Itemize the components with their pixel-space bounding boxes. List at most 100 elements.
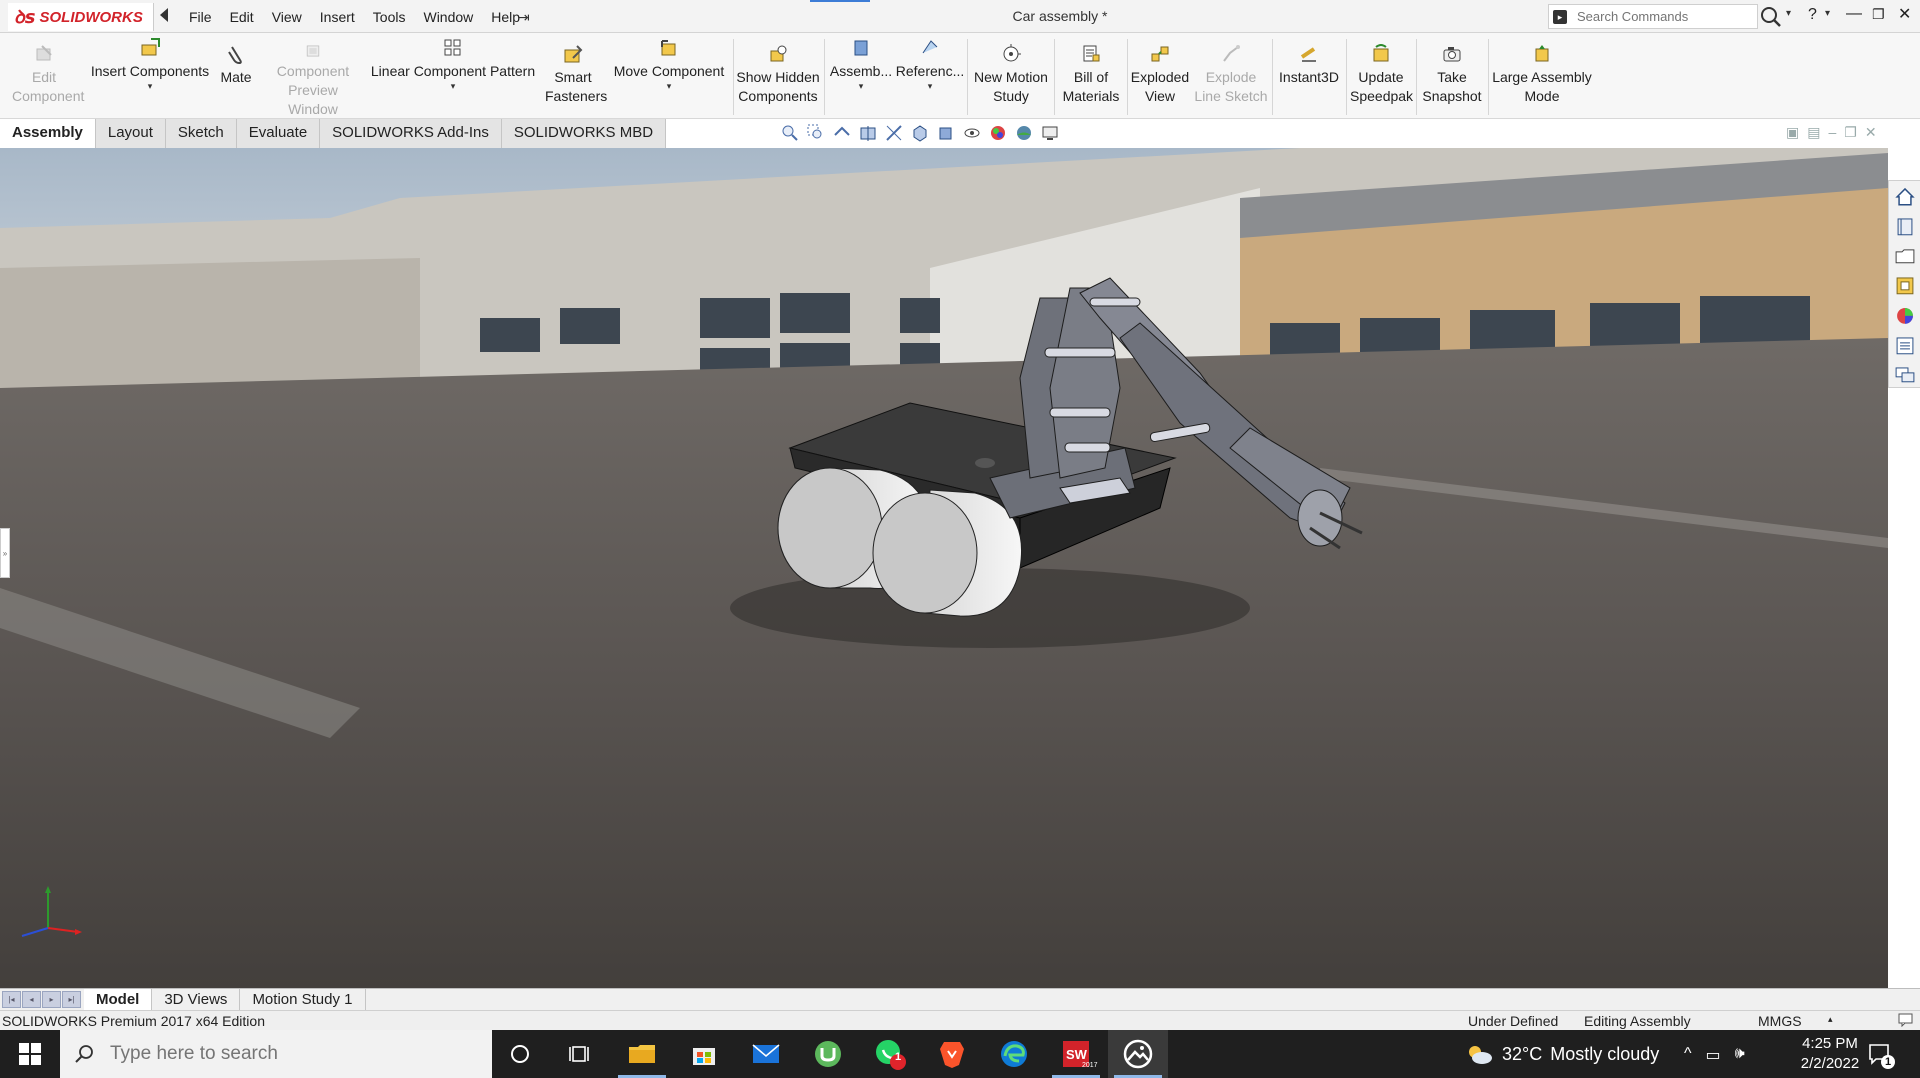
next-tab-arrow-icon[interactable]: ▸ xyxy=(42,991,61,1008)
units-selector[interactable]: MMGS xyxy=(1758,1013,1802,1029)
utorrent-button[interactable] xyxy=(798,1030,858,1078)
component-preview-window-button[interactable]: Component Preview Window xyxy=(260,33,366,119)
mail-button[interactable] xyxy=(736,1030,796,1078)
tab-layout[interactable]: Layout xyxy=(95,119,166,148)
units-dropdown-icon[interactable]: ▴ xyxy=(1828,1014,1833,1025)
apply-scene-icon[interactable] xyxy=(1014,123,1034,143)
start-button[interactable] xyxy=(0,1030,60,1078)
file-explorer-button[interactable] xyxy=(612,1030,672,1078)
smart-fasteners-button[interactable]: Smart Fasteners xyxy=(542,33,607,119)
tab-3d-views[interactable]: 3D Views xyxy=(152,989,241,1011)
custom-properties-icon[interactable] xyxy=(1893,334,1917,358)
close-icon[interactable]: ✕ xyxy=(1898,4,1911,24)
graphics-area[interactable] xyxy=(0,148,1888,988)
search-commands-input[interactable] xyxy=(1571,9,1741,24)
search-mode-icon[interactable]: ▸ xyxy=(1549,5,1571,28)
menu-edit[interactable]: Edit xyxy=(221,9,263,25)
zoom-to-fit-icon[interactable] xyxy=(780,123,800,143)
rebuild-message-icon[interactable] xyxy=(1898,1013,1914,1027)
update-speedpak-button[interactable]: Update Speedpak xyxy=(1348,33,1414,119)
search-commands-box[interactable]: ▸ xyxy=(1548,4,1758,29)
solidworks-2017-button[interactable]: SW 2017 xyxy=(1046,1030,1106,1078)
prev-tab-arrow-icon[interactable]: ◂ xyxy=(22,991,41,1008)
dynamic-annotation-icon[interactable] xyxy=(884,123,904,143)
help-dropdown-icon[interactable]: ▾ xyxy=(1825,8,1830,19)
file-explorer-folder-icon[interactable] xyxy=(1893,244,1917,268)
help-icon[interactable]: ? xyxy=(1808,6,1817,24)
taskbar-search-input[interactable] xyxy=(110,1043,470,1065)
previous-view-icon[interactable] xyxy=(832,123,852,143)
take-snapshot-button[interactable]: Take Snapshot xyxy=(1418,33,1486,119)
edit-component-button[interactable]: Edit Component xyxy=(4,33,84,119)
new-motion-study-button[interactable]: New Motion Study xyxy=(970,33,1052,119)
viewport-minimize-icon[interactable]: – xyxy=(1828,124,1836,141)
hide-show-items-icon[interactable] xyxy=(962,123,982,143)
explode-line-sketch-button[interactable]: Explode Line Sketch xyxy=(1192,33,1270,119)
cortana-button[interactable] xyxy=(490,1030,550,1078)
reference-geometry-dropdown-icon[interactable]: ▾ xyxy=(928,81,933,91)
display-style-icon[interactable] xyxy=(936,123,956,143)
restore-icon[interactable]: ❐ xyxy=(1872,6,1885,23)
last-tab-arrow-icon[interactable]: ▸| xyxy=(62,991,81,1008)
whatsapp-button[interactable]: 1 xyxy=(860,1030,920,1078)
exploded-view-button[interactable]: Exploded View xyxy=(1130,33,1190,119)
front-wheel[interactable] xyxy=(872,489,1022,617)
taskbar-search-box[interactable] xyxy=(60,1030,492,1078)
assembly-features-button[interactable]: Assemb... ▾ xyxy=(828,33,894,119)
tab-motion-study-1[interactable]: Motion Study 1 xyxy=(240,989,366,1011)
assembly-features-dropdown-icon[interactable]: ▾ xyxy=(859,81,864,91)
menu-insert[interactable]: Insert xyxy=(311,9,364,25)
reference-geometry-button[interactable]: Referenc... ▾ xyxy=(896,33,964,119)
tab-solidworks-mbd[interactable]: SOLIDWORKS MBD xyxy=(501,119,667,148)
search-icon[interactable] xyxy=(1758,4,1784,29)
search-dropdown-icon[interactable]: ▾ xyxy=(1786,8,1791,19)
volume-icon[interactable]: 🕪 xyxy=(1735,1045,1745,1065)
menu-window[interactable]: Window xyxy=(414,9,482,25)
edit-appearance-icon[interactable] xyxy=(988,123,1008,143)
linear-pattern-dropdown-icon[interactable]: ▾ xyxy=(451,81,456,91)
show-hidden-icons-chevron-icon[interactable]: ^ xyxy=(1684,1045,1692,1065)
viewport-close-icon[interactable]: ✕ xyxy=(1865,124,1877,141)
microsoft-store-button[interactable] xyxy=(674,1030,734,1078)
mate-button[interactable]: Mate xyxy=(214,33,258,119)
insert-components-button[interactable]: Insert Components ▾ xyxy=(88,33,212,119)
edge-browser-button[interactable] xyxy=(984,1030,1044,1078)
tab-solidworks-add-ins[interactable]: SOLIDWORKS Add-Ins xyxy=(320,119,502,148)
viewport-restore-icon[interactable]: ❐ xyxy=(1844,124,1857,141)
pin-menu-icon[interactable]: ⇥ xyxy=(518,9,530,26)
menu-file[interactable]: File xyxy=(180,9,221,25)
view-palette-icon[interactable] xyxy=(1893,274,1917,298)
linear-component-pattern-button[interactable]: Linear Component Pattern ▾ xyxy=(368,33,538,119)
appearances-scenes-icon[interactable] xyxy=(1893,304,1917,328)
section-view-icon[interactable] xyxy=(858,123,878,143)
show-hidden-components-button[interactable]: Show Hidden Components xyxy=(736,33,820,119)
viewport-split-icon[interactable]: ▣ xyxy=(1786,124,1799,141)
forum-chat-icon[interactable] xyxy=(1893,363,1917,387)
move-component-button[interactable]: Move Component ▾ xyxy=(606,33,732,119)
menu-view[interactable]: View xyxy=(263,9,311,25)
view-orientation-icon[interactable] xyxy=(910,123,930,143)
instant3d-button[interactable]: Instant3D xyxy=(1274,33,1344,119)
viewport-tile-icon[interactable]: ▤ xyxy=(1807,124,1820,141)
brave-browser-button[interactable] xyxy=(922,1030,982,1078)
tab-assembly[interactable]: Assembly xyxy=(0,119,96,148)
battery-icon[interactable]: ▭ xyxy=(1706,1045,1721,1065)
tab-evaluate[interactable]: Evaluate xyxy=(236,119,321,148)
tab-sketch[interactable]: Sketch xyxy=(165,119,237,148)
bill-of-materials-button[interactable]: Bill of Materials xyxy=(1056,33,1126,119)
action-center-button[interactable]: 1 xyxy=(1866,1040,1906,1070)
weather-widget[interactable]: 32°C Mostly cloudy xyxy=(1464,1042,1659,1066)
move-component-dropdown-icon[interactable]: ▾ xyxy=(667,81,672,91)
large-assembly-mode-button[interactable]: Large Assembly Mode xyxy=(1490,33,1594,119)
solidworks-logo[interactable]: ꝺꜱ SOLIDWORKS xyxy=(8,3,154,31)
first-tab-arrow-icon[interactable]: |◂ xyxy=(2,991,21,1008)
tab-model[interactable]: Model xyxy=(84,989,153,1011)
feature-tree-expand-handle[interactable]: » xyxy=(0,528,10,578)
minimize-icon[interactable]: — xyxy=(1846,5,1862,23)
zoom-to-area-icon[interactable] xyxy=(806,123,826,143)
design-library-icon[interactable] xyxy=(1893,215,1917,239)
view-settings-icon[interactable] xyxy=(1040,123,1060,143)
menu-collapse-arrow-icon[interactable] xyxy=(160,8,168,22)
task-view-button[interactable] xyxy=(550,1030,610,1078)
insert-components-dropdown-icon[interactable]: ▾ xyxy=(148,81,153,91)
